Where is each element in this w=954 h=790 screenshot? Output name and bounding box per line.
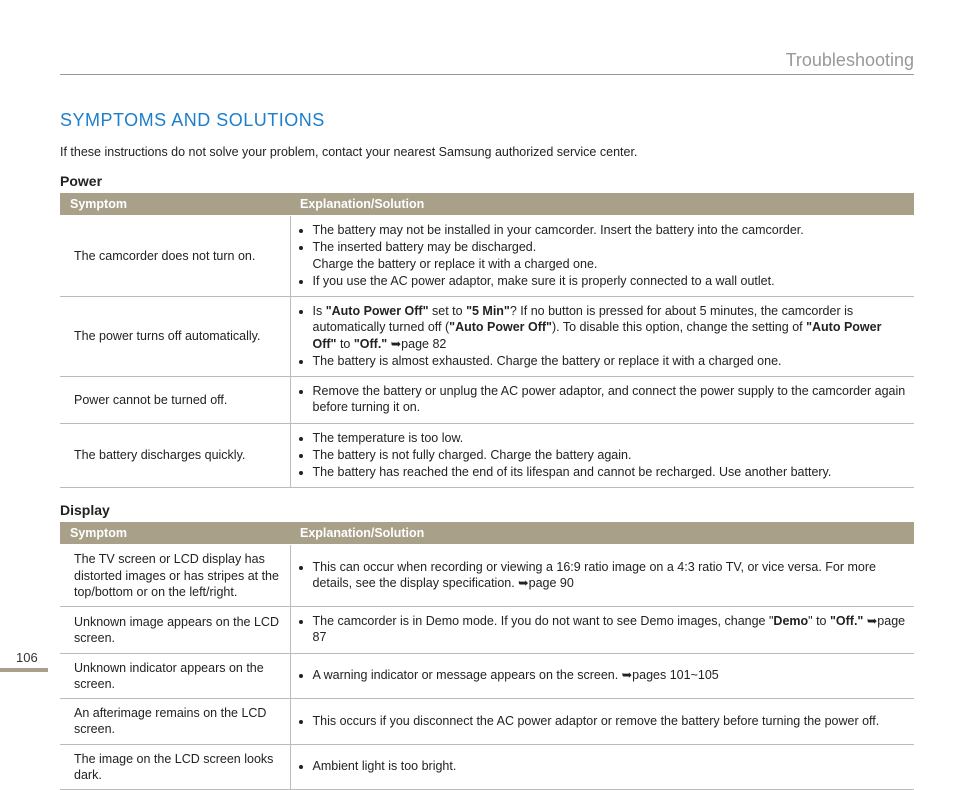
- bullet-list: This occurs if you disconnect the AC pow…: [295, 713, 909, 729]
- bullet: If you use the AC power adaptor, make su…: [313, 273, 909, 289]
- table-row: Unknown image appears on the LCD screen.…: [60, 607, 914, 654]
- table-row: Power cannot be turned off. Remove the ba…: [60, 377, 914, 424]
- col-header-explanation: Explanation/Solution: [290, 522, 914, 545]
- explanation-cell: Is "Auto Power Off" set to "5 Min"? If n…: [290, 297, 914, 377]
- bullet: The battery may not be installed in your…: [313, 222, 909, 238]
- intro-text: If these instructions do not solve your …: [60, 145, 914, 159]
- bullet-list: Is "Auto Power Off" set to "5 Min"? If n…: [295, 303, 909, 369]
- symptom-cell: Power cannot be turned off.: [60, 377, 290, 424]
- bullet-list: The temperature is too low.The battery i…: [295, 430, 909, 481]
- table-row: Unknown indicator appears on the screen.…: [60, 653, 914, 699]
- chapter-title: Troubleshooting: [786, 50, 914, 71]
- table-row: An afterimage remains on the LCD screen.…: [60, 699, 914, 745]
- symptom-cell: Unknown image appears on the LCD screen.: [60, 607, 290, 654]
- bullet: The battery is not fully charged. Charge…: [313, 447, 909, 463]
- bullet-list: The battery may not be installed in your…: [295, 222, 909, 289]
- bullet-list: This can occur when recording or viewing…: [295, 559, 909, 592]
- power-tbody: The camcorder does not turn on. The batte…: [60, 216, 914, 488]
- page-number-bar: [0, 668, 48, 672]
- symptom-cell: The TV screen or LCD display has distort…: [60, 545, 290, 607]
- explanation-cell: The temperature is too low.The battery i…: [290, 423, 914, 488]
- explanation-cell: This can occur when recording or viewing…: [290, 545, 914, 607]
- power-table: Symptom Explanation/Solution The camcord…: [60, 193, 914, 488]
- col-header-symptom: Symptom: [60, 193, 290, 216]
- symptom-cell: Unknown indicator appears on the screen.: [60, 653, 290, 699]
- bullet: The inserted battery may be discharged.C…: [313, 239, 909, 272]
- bullet: This can occur when recording or viewing…: [313, 559, 909, 592]
- display-heading: Display: [60, 502, 914, 518]
- bullet: Ambient light is too bright.: [313, 758, 909, 774]
- section-title: SYMPTOMS AND SOLUTIONS: [60, 110, 914, 131]
- explanation-cell: The battery may not be installed in your…: [290, 216, 914, 297]
- symptom-cell: An afterimage remains on the LCD screen.: [60, 699, 290, 745]
- bullet-list: The camcorder is in Demo mode. If you do…: [295, 613, 909, 646]
- table-row: The camcorder does not turn on. The batte…: [60, 216, 914, 297]
- explanation-cell: Ambient light is too bright.: [290, 744, 914, 790]
- symptom-cell: The camcorder does not turn on.: [60, 216, 290, 297]
- bullet: The battery is almost exhausted. Charge …: [313, 353, 909, 369]
- explanation-cell: The camcorder is in Demo mode. If you do…: [290, 607, 914, 654]
- bullet: The temperature is too low.: [313, 430, 909, 446]
- page-number: 106: [16, 650, 38, 665]
- explanation-cell: A warning indicator or message appears o…: [290, 653, 914, 699]
- header-rule: [60, 74, 914, 75]
- bullet-list: Remove the battery or unplug the AC powe…: [295, 383, 909, 416]
- table-row: The battery discharges quickly.The tempe…: [60, 423, 914, 488]
- display-tbody: The TV screen or LCD display has distort…: [60, 545, 914, 790]
- col-header-explanation: Explanation/Solution: [290, 193, 914, 216]
- content: SYMPTOMS AND SOLUTIONS If these instruct…: [60, 110, 914, 790]
- table-row: The image on the LCD screen looks dark. A…: [60, 744, 914, 790]
- bullet: A warning indicator or message appears o…: [313, 667, 909, 683]
- bullet: The camcorder is in Demo mode. If you do…: [313, 613, 909, 646]
- symptom-cell: The image on the LCD screen looks dark.: [60, 744, 290, 790]
- symptom-cell: The power turns off automatically.: [60, 297, 290, 377]
- page: Troubleshooting SYMPTOMS AND SOLUTIONS I…: [0, 0, 954, 730]
- explanation-cell: Remove the battery or unplug the AC powe…: [290, 377, 914, 424]
- bullet: Remove the battery or unplug the AC powe…: [313, 383, 909, 416]
- table-row: The TV screen or LCD display has distort…: [60, 545, 914, 607]
- symptom-cell: The battery discharges quickly.: [60, 423, 290, 488]
- bullet: Is "Auto Power Off" set to "5 Min"? If n…: [313, 303, 909, 352]
- bullet: This occurs if you disconnect the AC pow…: [313, 713, 909, 729]
- col-header-symptom: Symptom: [60, 522, 290, 545]
- power-heading: Power: [60, 173, 914, 189]
- bullet: The battery has reached the end of its l…: [313, 464, 909, 480]
- explanation-cell: This occurs if you disconnect the AC pow…: [290, 699, 914, 745]
- table-row: The power turns off automatically. Is "Au…: [60, 297, 914, 377]
- display-table: Symptom Explanation/Solution The TV scre…: [60, 522, 914, 790]
- bullet-list: A warning indicator or message appears o…: [295, 667, 909, 683]
- bullet-list: Ambient light is too bright.: [295, 758, 909, 774]
